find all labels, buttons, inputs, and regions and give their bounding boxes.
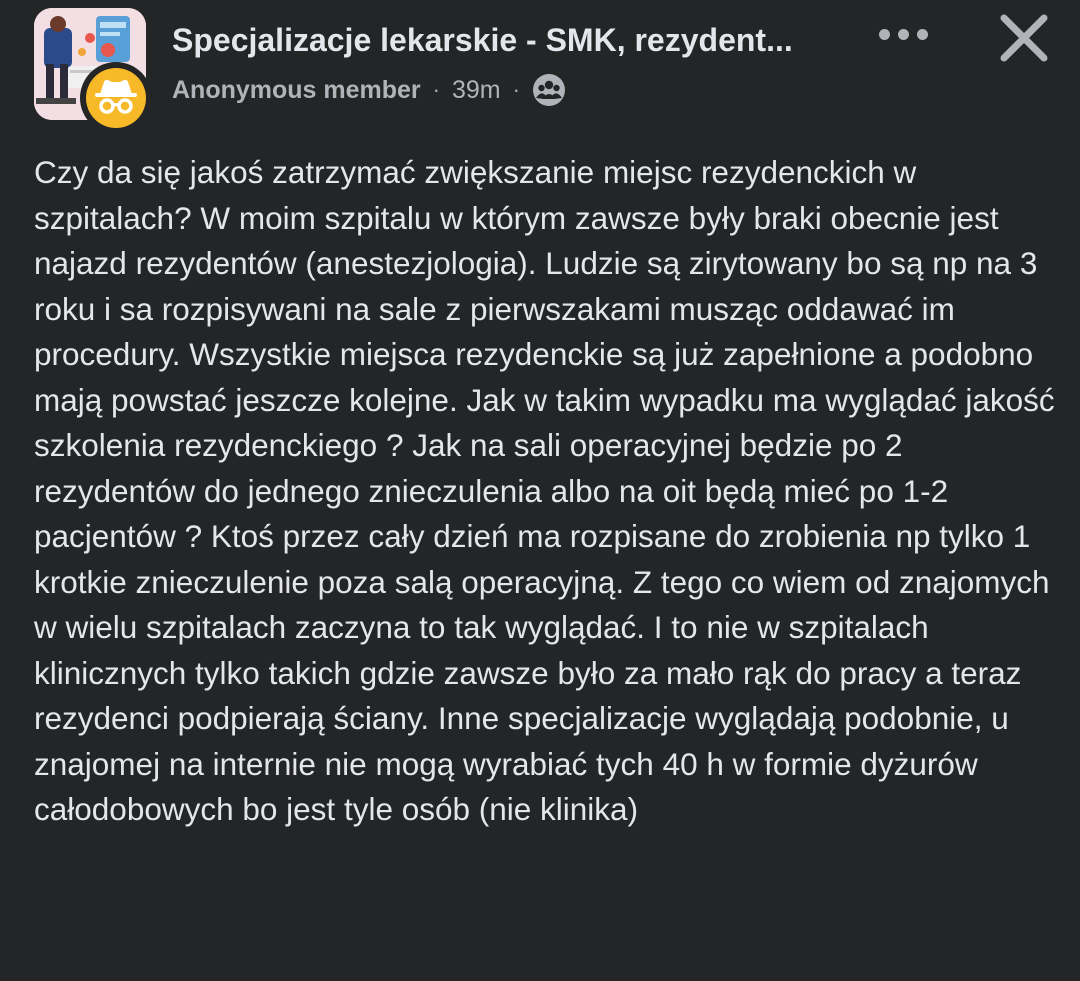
meta-separator: · — [512, 77, 520, 102]
group-members-icon[interactable] — [532, 73, 566, 107]
close-button[interactable] — [994, 8, 1054, 68]
post-text: Czy da się jakoś zatrzymać zwiększanie m… — [34, 154, 1055, 827]
post-meta: Anonymous member · 39m · — [172, 72, 566, 108]
group-name-link[interactable]: Specjalizacje lekarskie - SMK, rezydent.… — [172, 20, 837, 60]
close-icon — [1000, 14, 1048, 62]
post-header: Specjalizacje lekarskie - SMK, rezydent.… — [0, 0, 1080, 135]
post-timestamp[interactable]: 39m — [452, 76, 501, 105]
anonymous-member-badge — [80, 62, 152, 134]
meta-separator: · — [432, 77, 440, 102]
more-options-button[interactable] — [868, 14, 938, 54]
author-name: Anonymous member — [172, 75, 421, 104]
more-horizontal-icon — [878, 28, 890, 40]
incognito-icon — [95, 79, 137, 114]
